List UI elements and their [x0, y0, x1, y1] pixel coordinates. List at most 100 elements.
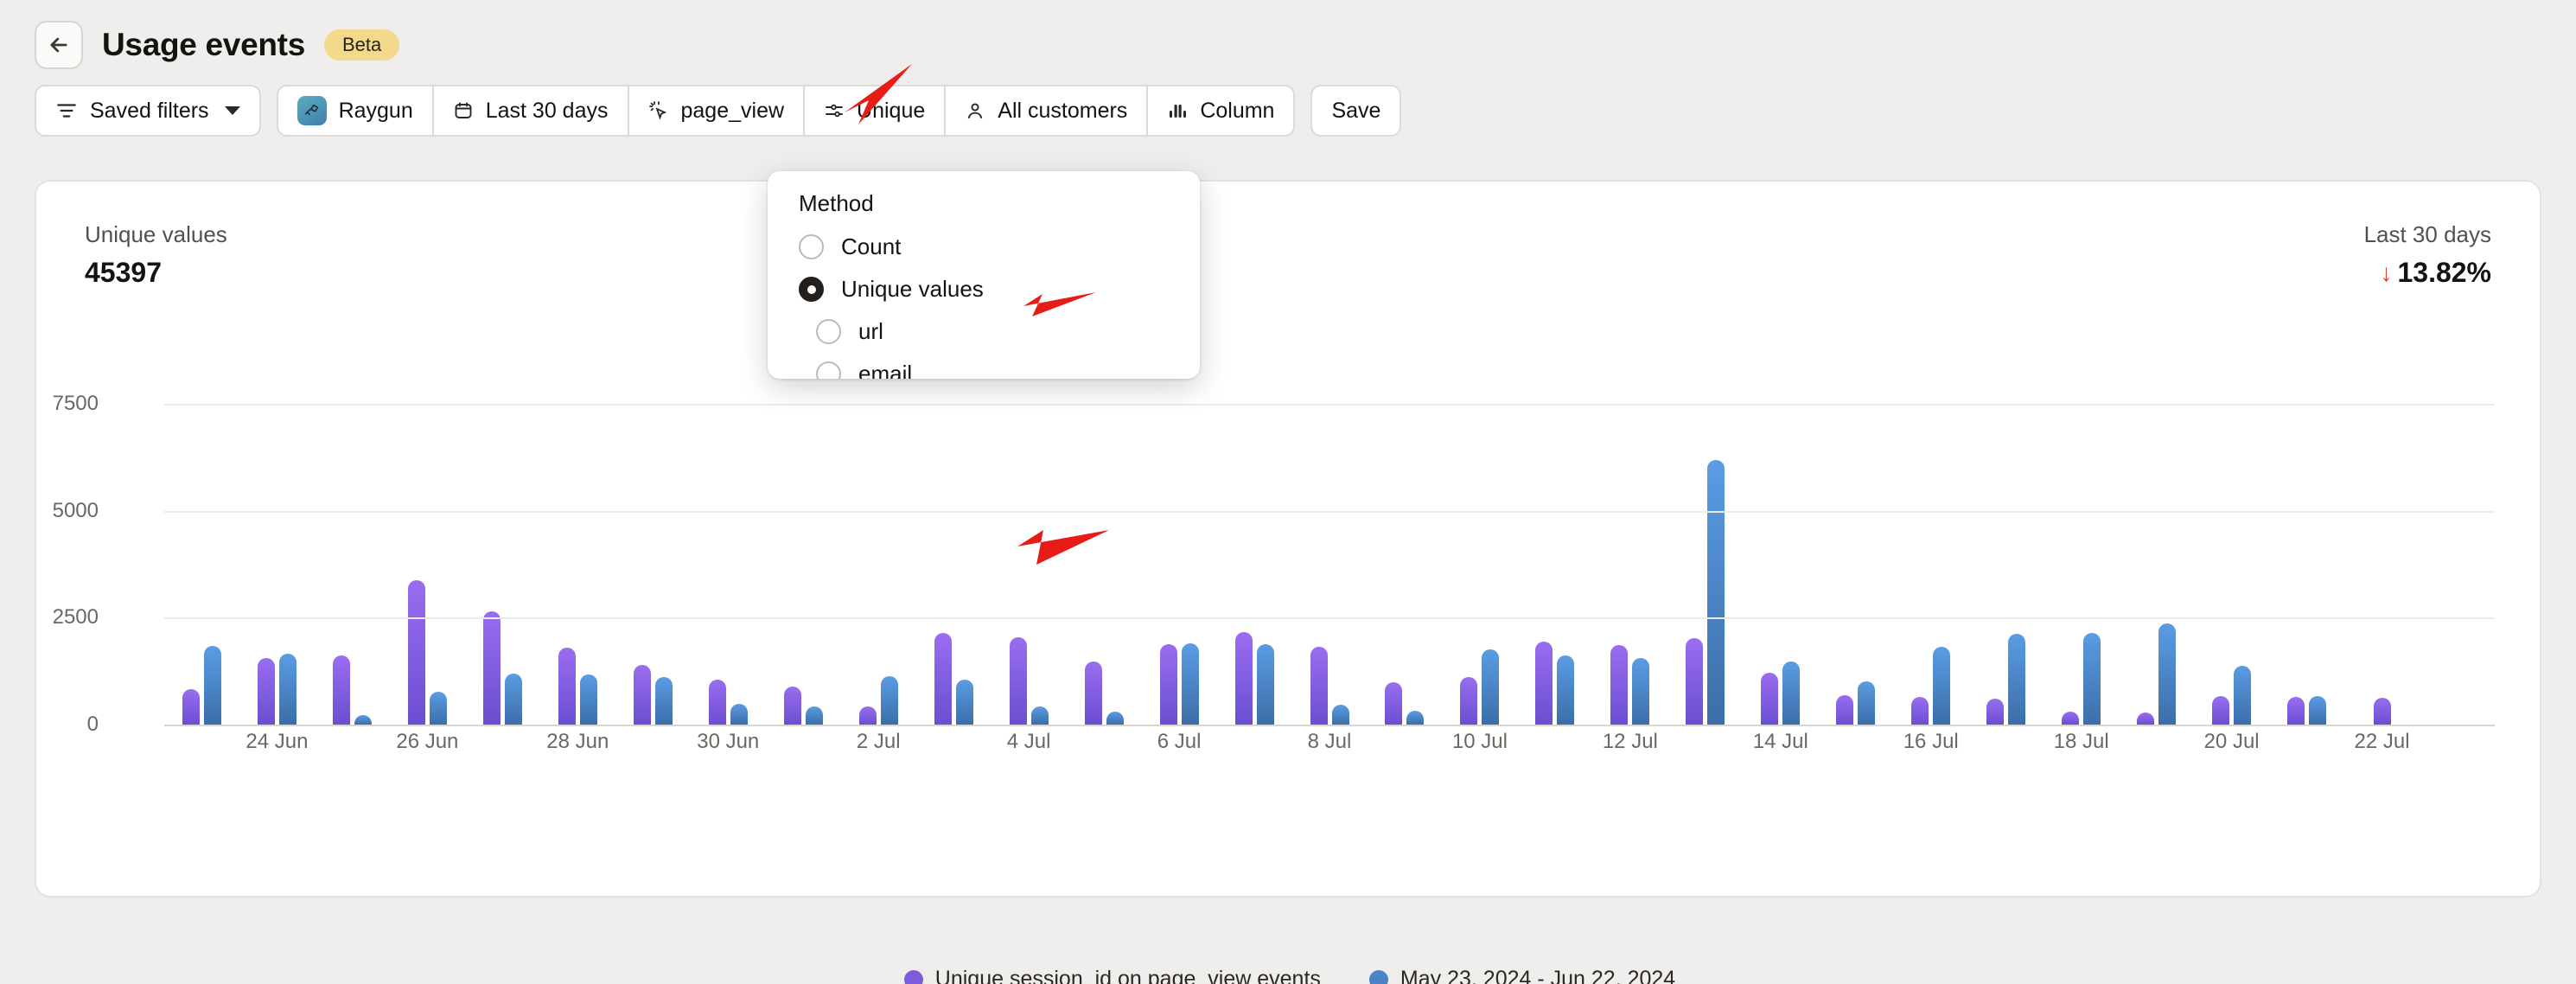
bar-previous[interactable]	[2158, 623, 2177, 725]
bar-group[interactable]	[1442, 361, 1517, 725]
bar-previous[interactable]	[1482, 649, 1500, 725]
bar-group[interactable]	[540, 361, 615, 725]
bar-current[interactable]	[1836, 695, 1854, 725]
bar-previous[interactable]	[805, 706, 823, 725]
bar-current[interactable]	[1535, 642, 1553, 725]
bar-previous[interactable]	[579, 674, 597, 725]
bar-group[interactable]	[1592, 361, 1667, 725]
bar-group[interactable]	[1292, 361, 1368, 725]
bar-previous[interactable]	[654, 676, 673, 725]
bar-previous[interactable]	[504, 673, 522, 725]
bar-previous[interactable]	[1106, 712, 1124, 725]
bar-previous[interactable]	[429, 692, 447, 725]
bar-current[interactable]	[1310, 647, 1328, 725]
bar-current[interactable]	[1009, 636, 1027, 725]
bar-group[interactable]	[1667, 361, 1743, 725]
bar-group[interactable]	[766, 361, 841, 725]
bar-group[interactable]	[1968, 361, 2044, 725]
bar-previous[interactable]	[278, 654, 296, 725]
bar-group[interactable]	[992, 361, 1067, 725]
bar-group[interactable]	[2420, 361, 2495, 725]
method-dropdown[interactable]: Method CountUnique valuesurlemailrouteus…	[768, 171, 1200, 379]
bar-previous[interactable]	[1256, 644, 1274, 725]
bar-previous[interactable]	[2234, 665, 2252, 725]
bar-group[interactable]	[615, 361, 691, 725]
bar-current[interactable]	[783, 686, 801, 725]
bar-previous[interactable]	[1331, 704, 1349, 725]
bar-group[interactable]	[1743, 361, 1818, 725]
dropdown-item-count[interactable]: Count	[768, 226, 1200, 268]
dropdown-item-url[interactable]: url	[768, 310, 1200, 353]
bar-previous[interactable]	[2309, 696, 2327, 725]
segment-raygun[interactable]: Raygun	[278, 86, 434, 135]
bar-previous[interactable]	[1406, 711, 1425, 725]
bar-group[interactable]	[2119, 361, 2194, 725]
bar-current[interactable]	[332, 655, 350, 725]
bar-current[interactable]	[1159, 644, 1177, 725]
bar-current[interactable]	[257, 658, 275, 725]
bar-current[interactable]	[2287, 697, 2305, 725]
bar-group[interactable]	[315, 361, 390, 725]
bar-group[interactable]	[1818, 361, 1893, 725]
bar-previous[interactable]	[955, 680, 973, 725]
bar-group[interactable]	[390, 361, 465, 725]
radio-unchecked-icon[interactable]	[799, 234, 824, 259]
saved-filters-button[interactable]: Saved filters	[35, 85, 261, 137]
back-button[interactable]	[35, 21, 83, 69]
bar-group[interactable]	[1067, 361, 1142, 725]
bar-previous[interactable]	[880, 676, 898, 725]
bar-previous[interactable]	[1557, 655, 1575, 725]
bar-group[interactable]	[1142, 361, 1217, 725]
segment-method-unique[interactable]: Unique	[805, 86, 947, 135]
bar-previous[interactable]	[1632, 658, 1650, 725]
segment-date-range[interactable]: Last 30 days	[434, 86, 629, 135]
bar-group[interactable]	[2194, 361, 2269, 725]
bar-current[interactable]	[1610, 645, 1629, 725]
bar-current[interactable]	[1084, 661, 1102, 725]
bar-current[interactable]	[1385, 681, 1403, 725]
bar-group[interactable]	[841, 361, 916, 725]
bar-current[interactable]	[482, 611, 501, 725]
bar-group[interactable]	[1517, 361, 1592, 725]
bar-current[interactable]	[633, 664, 651, 725]
bar-group[interactable]	[2344, 361, 2420, 725]
radio-unchecked-icon[interactable]	[816, 319, 841, 344]
bar-current[interactable]	[708, 679, 726, 725]
radio-unchecked-icon[interactable]	[816, 361, 841, 379]
bar-previous[interactable]	[1933, 647, 1951, 725]
bar-group[interactable]	[1893, 361, 1968, 725]
legend-item[interactable]: May 23, 2024 - Jun 22, 2024	[1368, 967, 1675, 984]
bar-current[interactable]	[2212, 696, 2230, 725]
bar-current[interactable]	[407, 580, 425, 725]
bar-current[interactable]	[1986, 699, 2005, 725]
bar-current[interactable]	[558, 648, 576, 725]
bar-previous[interactable]	[203, 645, 221, 725]
segment-chart-type[interactable]: Column	[1148, 86, 1293, 135]
bar-previous[interactable]	[354, 714, 372, 725]
bar-group[interactable]	[2269, 361, 2344, 725]
bar-current[interactable]	[1761, 672, 1779, 725]
bar-group[interactable]	[916, 361, 992, 725]
bar-previous[interactable]	[1858, 680, 1876, 725]
bar-current[interactable]	[858, 706, 877, 725]
bar-group[interactable]	[1217, 361, 1292, 725]
bar-current[interactable]	[2137, 712, 2155, 725]
legend-item[interactable]: Unique session_id on page_view events	[903, 967, 1321, 984]
bar-current[interactable]	[1234, 632, 1253, 725]
bar-current[interactable]	[2373, 698, 2391, 725]
bar-previous[interactable]	[1181, 643, 1199, 725]
segment-event-page-view[interactable]: page_view	[628, 86, 806, 135]
bar-group[interactable]	[691, 361, 766, 725]
bar-previous[interactable]	[1030, 706, 1049, 725]
bar-group[interactable]	[239, 361, 315, 725]
bar-group[interactable]	[164, 361, 239, 725]
bar-current[interactable]	[182, 689, 200, 725]
bar-previous[interactable]	[1782, 661, 1801, 725]
save-button[interactable]: Save	[1310, 85, 1402, 137]
bar-previous[interactable]	[1707, 459, 1725, 725]
bar-previous[interactable]	[2008, 633, 2026, 725]
bar-previous[interactable]	[730, 704, 748, 725]
bar-current[interactable]	[1460, 676, 1478, 725]
bar-group[interactable]	[2044, 361, 2119, 725]
radio-checked-icon[interactable]	[799, 277, 824, 302]
